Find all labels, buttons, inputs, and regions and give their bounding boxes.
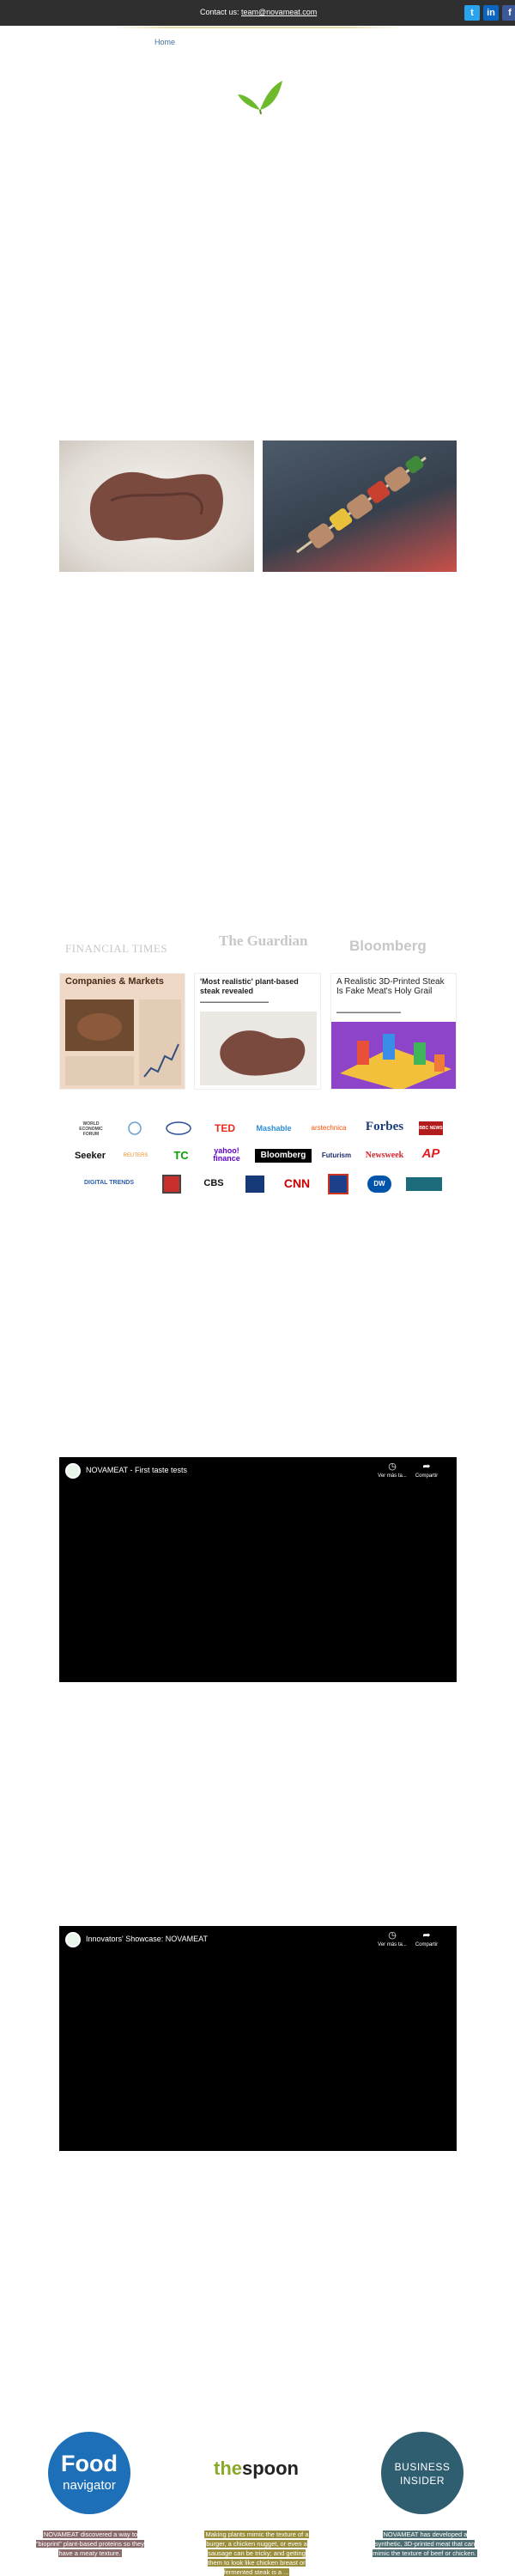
media-logo-cnn: CNN [283,1176,311,1190]
press-clipping-ft[interactable]: Companies & Markets [59,973,185,1090]
nav-home-link[interactable]: Home [154,38,175,46]
steak-photo [59,440,254,572]
share-icon: ➦ [422,1930,431,1941]
watch-later-button[interactable]: ◷ Ver más ta... [377,1930,408,1948]
skewer-photo [263,440,457,572]
linkedin-icon[interactable]: in [483,5,499,21]
clipping-headline: A Realistic 3D-Printed Steak Is Fake Mea… [336,977,445,996]
media-logo-badge [162,1175,181,1194]
media-logo-bbc: BBC NEWS [419,1121,443,1135]
media-logo-forbes: Forbes [365,1120,404,1133]
the-spoon-quote: Making plants mimic the texture of a bur… [204,2530,309,2576]
clipping-headline: 'Most realistic' plant-based steak revea… [200,977,299,995]
nav-divider [112,27,403,28]
media-logo-yahoo-finance: yahoo! finance [213,1146,240,1163]
clipping-subtext: ▬▬▬▬▬▬▬▬▬▬▬▬▬▬▬ [336,1010,401,1015]
clock-icon: ◷ [388,1461,397,1472]
food-navigator-quote: NOVAMEAT discovered a way to "bioprint" … [35,2530,145,2557]
media-logo-digital-trends: DIGITAL TRENDS [83,1180,135,1186]
guardian-logo: The Guardian [219,933,308,949]
press-clipping-bloomberg[interactable]: A Realistic 3D-Printed Steak Is Fake Mea… [330,973,457,1090]
twitter-icon[interactable]: t [464,5,480,21]
media-logo-mashable: Mashable [256,1124,292,1133]
media-logo-futurism: Futurism [321,1151,352,1159]
share-button[interactable]: ➦ Compartir [411,1930,442,1948]
contact-line: Contact us: team@novameat.com [200,8,317,16]
media-logo-reuters: REUTERS [123,1153,148,1158]
video-title[interactable]: Innovators' Showcase: NOVAMEAT [86,1935,208,1943]
media-logo-cbs: CBS [203,1178,224,1188]
clipping-headline: Companies & Markets [65,976,164,987]
contact-email-link[interactable]: team@novameat.com [241,8,317,16]
top-bar: Contact us: team@novameat.com t in f [0,0,515,26]
media-logo-un [120,1121,149,1135]
financial-times-logo: FINANCIAL TIMES [65,942,168,955]
share-icon: ➦ [422,1461,431,1472]
video-player-first-taste[interactable]: NOVAMEAT - First taste tests ◷ Ver más ta… [59,1457,457,1682]
share-button[interactable]: ➦ Compartir [411,1461,442,1479]
media-logo-ap: AP [421,1146,440,1161]
press-clipping-guardian[interactable]: 'Most realistic' plant-based steak revea… [194,973,321,1090]
media-logo-eu [161,1121,196,1135]
contact-prefix: Contact us: [200,8,242,16]
bloomberg-logo: Bloomberg [349,938,427,954]
media-logo-dw: DW [367,1176,391,1193]
the-spoon-logo[interactable]: thespoon [214,2458,300,2480]
watch-later-button[interactable]: ◷ Ver más ta... [377,1461,408,1479]
media-logo-wef: WORLD ECONOMIC FORUM [79,1121,103,1137]
channel-avatar[interactable] [65,1463,81,1479]
media-logo-square [245,1176,264,1193]
media-logo-bloomberg: Bloomberg [255,1149,312,1163]
business-insider-logo[interactable]: BUSINESS INSIDER [381,2432,464,2514]
video-player-innovators-showcase[interactable]: Innovators' Showcase: NOVAMEAT ◷ Ver más … [59,1926,457,2151]
clipping-subtext: ▬▬▬▬▬▬▬▬▬▬▬▬▬▬▬▬ [200,999,269,1005]
page: Contact us: team@novameat.com t in f Hom… [0,0,515,2576]
media-logo-seeker: Seeker [74,1151,106,1161]
video-title[interactable]: NOVAMEAT - First taste tests [86,1466,187,1474]
channel-avatar[interactable] [65,1932,81,1947]
business-insider-quote: NOVAMEAT has developed a synthetic, 3D-p… [373,2530,477,2557]
media-logo-ted: TED [215,1122,235,1134]
food-navigator-logo[interactable]: Food navigator [48,2432,130,2514]
media-logo-techcrunch: TC [173,1149,189,1162]
media-logo-teal [406,1177,442,1191]
clock-icon: ◷ [388,1930,397,1941]
media-logo-fox-news [328,1174,348,1194]
media-logo-newsweek: Newsweek [365,1151,404,1160]
leaf-logo-icon [238,81,282,114]
facebook-icon[interactable]: f [502,5,515,21]
media-logo-arstechnica: arstechnica [311,1124,347,1132]
